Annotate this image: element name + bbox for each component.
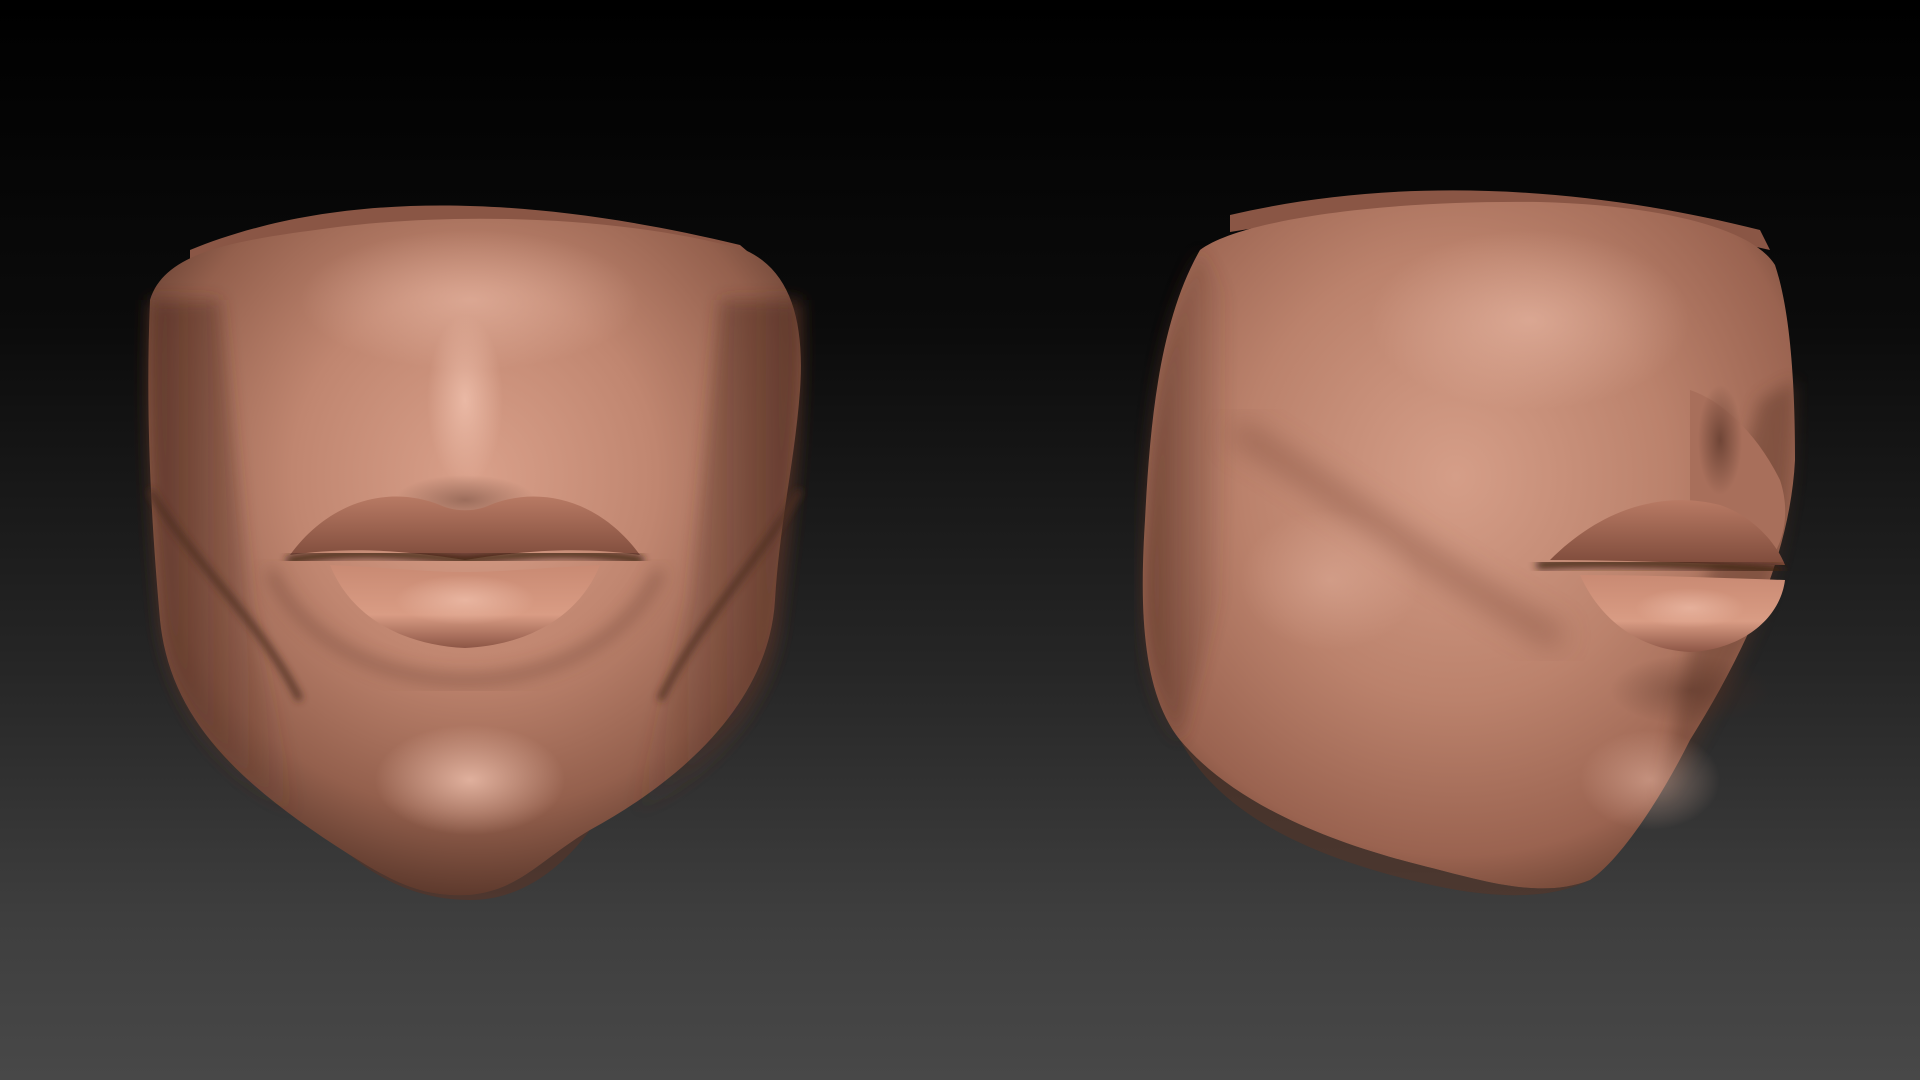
mouth-sculpt-side xyxy=(1142,190,1795,896)
viewport-background xyxy=(0,0,1920,1080)
mouth-sculpt-front xyxy=(147,205,803,900)
render-canvas xyxy=(147,190,1795,900)
